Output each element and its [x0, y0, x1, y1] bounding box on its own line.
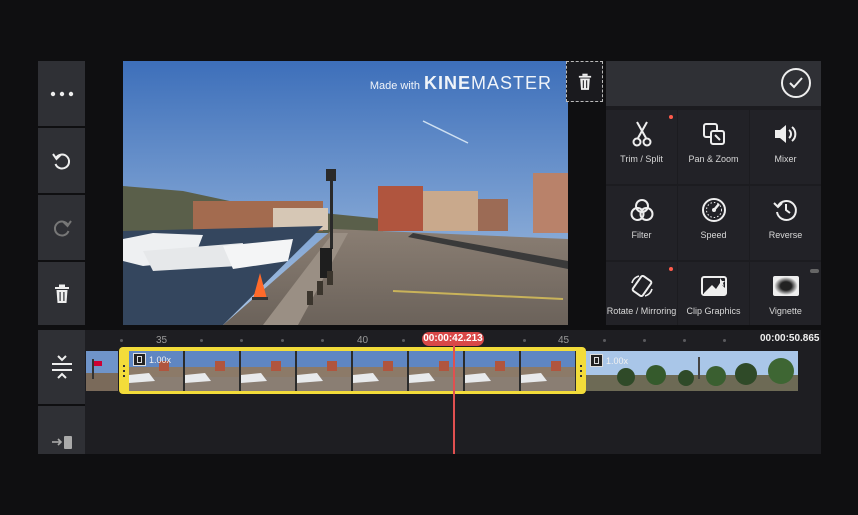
- undo-icon: [51, 152, 70, 170]
- redo-icon: [53, 219, 72, 237]
- vignette-icon: [772, 276, 799, 296]
- clip-speed-text: 1.00x: [606, 355, 629, 366]
- preview-frame-image: [123, 61, 568, 325]
- next-clip[interactable]: 1.00x: [586, 351, 798, 391]
- handle-dot: [123, 374, 125, 377]
- ruler-label-40: 40: [357, 335, 369, 346]
- ruler-tick: [321, 339, 324, 342]
- current-time-badge: 00:00:42.213: [422, 332, 484, 346]
- rotate-mirroring-option[interactable]: Rotate / Mirroring: [606, 262, 677, 325]
- redo-button[interactable]: [38, 195, 85, 260]
- clip-speed-text: 1.00x: [149, 354, 172, 365]
- checkmark-icon: [789, 77, 803, 89]
- watermark-brand-bold: KINE: [423, 73, 471, 93]
- clip-graphics-icon: [700, 276, 727, 296]
- speed-label: Speed: [700, 230, 727, 240]
- trim-split-option[interactable]: Trim / Split: [606, 110, 677, 184]
- ruler-tick: [723, 339, 726, 342]
- timeline-settings-button[interactable]: [38, 406, 85, 454]
- ruler-label-45: 45: [558, 335, 570, 346]
- ruler-tick: [120, 339, 123, 342]
- trash-icon: [54, 284, 69, 303]
- delete-button[interactable]: [38, 262, 85, 325]
- mixer-label: Mixer: [774, 154, 797, 164]
- handle-dot: [580, 364, 582, 367]
- expand-vertical-icon: [51, 355, 72, 379]
- speedometer-icon: [701, 198, 726, 222]
- handle-dot: [580, 374, 582, 377]
- clip-options-panel: Trim / Split Pan & Zoom Mixer Filter Spe…: [606, 61, 821, 325]
- reverse-clock-icon: [772, 199, 797, 221]
- clip-trim-handle-left[interactable]: [119, 347, 129, 394]
- trash-icon: [578, 73, 591, 90]
- handle-dot: [123, 369, 125, 372]
- clip-graphics-option[interactable]: Clip Graphics: [678, 262, 749, 325]
- delete-layer-button[interactable]: [566, 61, 603, 102]
- clip-type-icon: [133, 353, 146, 366]
- clip-thumbnail: [86, 351, 118, 391]
- more-dots-icon: [50, 91, 73, 96]
- pan-zoom-icon: [702, 123, 725, 145]
- vignette-label: Vignette: [769, 306, 802, 316]
- total-duration: 00:00:50.865: [760, 333, 820, 344]
- filmstrip-thumbnails: [129, 351, 576, 391]
- pan-zoom-label: Pan & Zoom: [688, 154, 739, 164]
- clip-filmstrip: [129, 351, 576, 391]
- video-preview[interactable]: Made with KINE MASTER: [123, 61, 568, 325]
- ruler-label-35: 35: [156, 335, 168, 346]
- filter-option[interactable]: Filter: [606, 186, 677, 260]
- clip-trim-handle-right[interactable]: [576, 347, 586, 394]
- panel-scroll-handle[interactable]: [810, 269, 819, 273]
- more-button[interactable]: [38, 61, 85, 126]
- new-badge-dot: [669, 267, 673, 271]
- trim-split-label: Trim / Split: [620, 154, 663, 164]
- watermark-brand-light: MASTER: [470, 73, 552, 93]
- playhead[interactable]: [453, 346, 455, 454]
- handle-dot: [123, 364, 125, 367]
- reverse-option[interactable]: Reverse: [750, 186, 821, 260]
- reverse-label: Reverse: [768, 230, 803, 240]
- filter-circles-icon: [630, 199, 653, 221]
- ruler-tick: [200, 339, 203, 342]
- confirm-button[interactable]: [781, 68, 811, 98]
- timeline-expand-button[interactable]: [38, 330, 85, 404]
- track-edit-icon: [51, 436, 72, 449]
- ruler-tick: [240, 339, 243, 342]
- clip-speed-label: 1.00x: [133, 353, 171, 366]
- clip-graphics-label: Clip Graphics: [686, 306, 741, 316]
- panel-header: [606, 61, 821, 106]
- ruler-tick: [523, 339, 526, 342]
- rotate-icon: [630, 274, 653, 298]
- ruler-tick: [683, 339, 686, 342]
- speaker-icon: [774, 125, 796, 143]
- ruler-tick: [281, 339, 284, 342]
- new-badge-dot: [669, 115, 673, 119]
- ruler-tick: [643, 339, 646, 342]
- scissors-icon: [632, 121, 651, 147]
- rotate-mirroring-label: Rotate / Mirroring: [606, 306, 677, 316]
- undo-button[interactable]: [38, 128, 85, 193]
- ruler-tick: [603, 339, 606, 342]
- watermark-prefix: Made with: [369, 80, 420, 92]
- filter-label: Filter: [631, 230, 652, 240]
- clip-speed-label: 1.00x: [590, 354, 628, 367]
- speed-option[interactable]: Speed: [678, 186, 749, 260]
- selected-clip[interactable]: 1.00x: [119, 347, 586, 394]
- mixer-option[interactable]: Mixer: [750, 110, 821, 184]
- clip-type-icon: [590, 354, 603, 367]
- pan-zoom-option[interactable]: Pan & Zoom: [678, 110, 749, 184]
- previous-clip[interactable]: [86, 351, 118, 391]
- ruler-tick: [402, 339, 405, 342]
- handle-dot: [580, 369, 582, 372]
- kinemaster-watermark: Made with KINE MASTER: [370, 73, 552, 94]
